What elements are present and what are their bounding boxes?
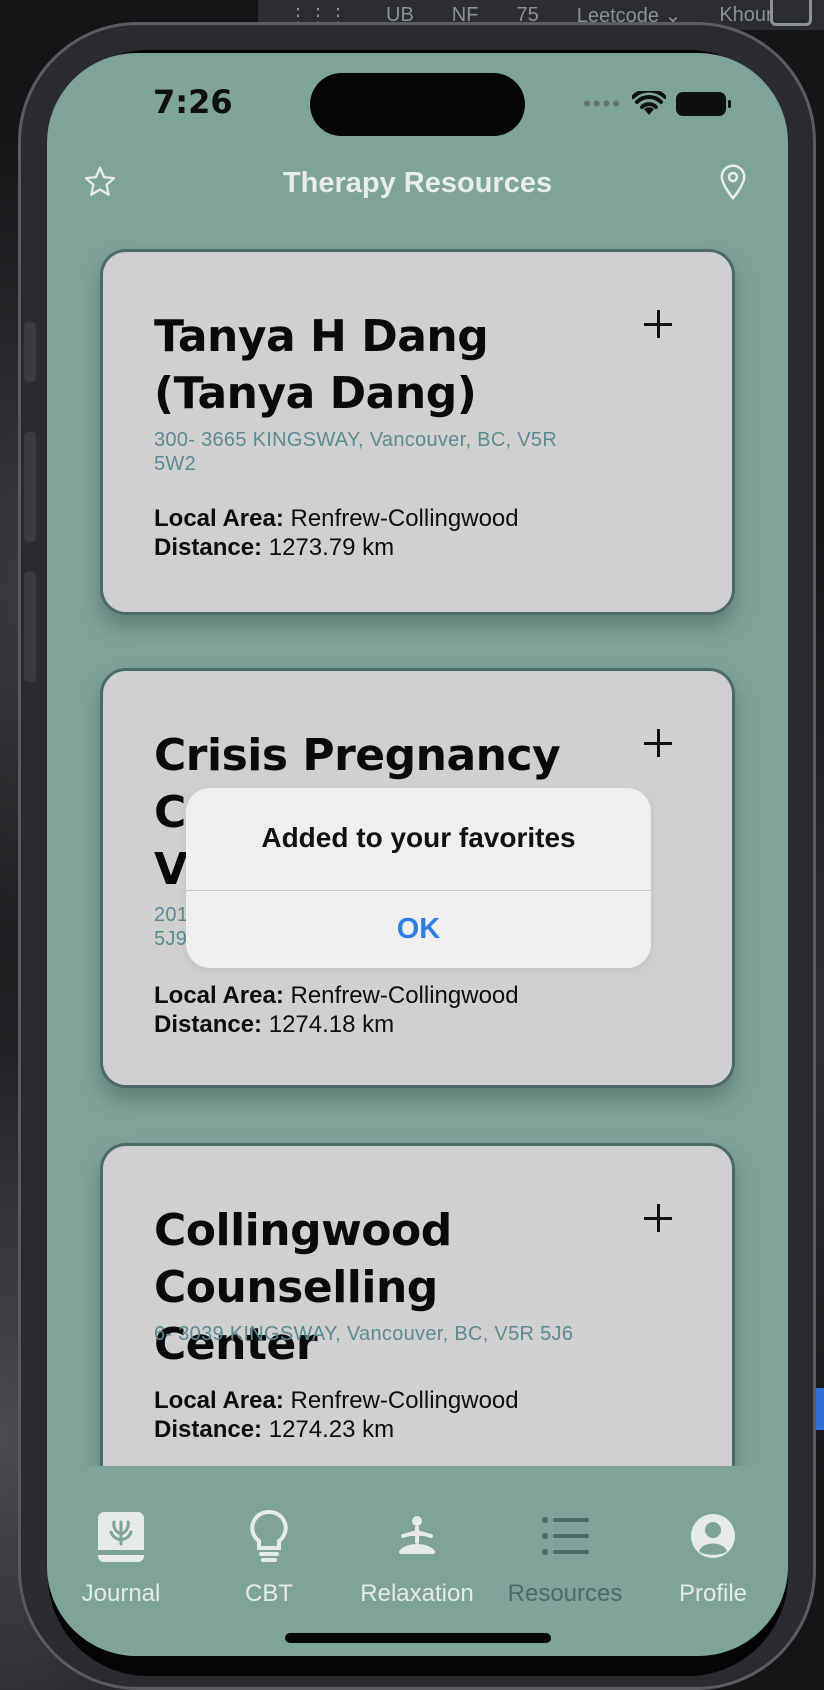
tab-profile[interactable]: Profile	[639, 1506, 787, 1608]
local-area-label: Local Area:	[154, 505, 284, 532]
tab-bar: Journal CBT Relaxation Resources Profile	[47, 1466, 788, 1656]
card-address: 300- 3665 KINGSWAY, Vancouver, BC, V5R 5…	[154, 429, 558, 475]
home-indicator[interactable]	[285, 1633, 551, 1643]
tab-journal[interactable]: Journal	[47, 1506, 195, 1608]
local-area-value: Renfrew-Collingwood	[290, 505, 519, 532]
favorites-alert: Added to your favorites OK	[186, 788, 651, 968]
page-title: Therapy Resources	[282, 167, 553, 199]
card-local-area: Local Area: Renfrew-Collingwood	[154, 981, 519, 1010]
edge-tab	[816, 1388, 824, 1430]
local-area-value: Renfrew-Collingwood	[290, 1387, 519, 1414]
local-area-value: Renfrew-Collingwood	[290, 982, 519, 1009]
distance-label: Distance:	[154, 1416, 263, 1443]
signal-dots-icon: ••••	[583, 91, 622, 116]
lightbulb-icon	[250, 1510, 288, 1562]
volume-down-button	[24, 572, 36, 682]
profile-person-icon	[691, 1514, 735, 1558]
alert-ok-button[interactable]: OK	[186, 891, 651, 968]
battery-icon	[676, 92, 731, 116]
alert-message: Added to your favorites	[261, 822, 576, 853]
tab-label: Journal	[81, 1580, 161, 1607]
tab-label: Resources	[507, 1580, 623, 1607]
add-favorite-plus-icon[interactable]	[644, 310, 672, 338]
card-address: 6- 3039 KINGSWAY, Vancouver, BC, V5R 5J6	[154, 1323, 574, 1345]
add-favorite-plus-icon[interactable]	[644, 1204, 672, 1232]
distance-value: 1274.18 km	[268, 1011, 395, 1038]
app-screen: 7:26 •••• Therapy Resources Tanya H Dang…	[47, 53, 788, 1656]
resource-card[interactable]: Collingwood Counselling Center 6- 3039 K…	[100, 1143, 735, 1503]
distance-label: Distance:	[154, 1011, 263, 1038]
card-distance: Distance: 1273.79 km	[154, 533, 394, 562]
distance-value: 1274.23 km	[268, 1416, 395, 1443]
distance-value: 1273.79 km	[268, 534, 395, 561]
wifi-icon	[632, 91, 666, 115]
card-title: Collingwood Counselling Center	[154, 1205, 452, 1370]
list-icon	[542, 1517, 589, 1555]
tab-label: CBT	[245, 1580, 293, 1607]
distance-label: Distance:	[154, 534, 263, 561]
card-local-area: Local Area: Renfrew-Collingwood	[154, 504, 519, 533]
status-icons: ••••	[583, 91, 731, 117]
tab-relaxation[interactable]: Relaxation	[343, 1506, 491, 1608]
map-pin-icon[interactable]	[718, 163, 748, 201]
side-button	[24, 322, 36, 382]
card-distance: Distance: 1274.23 km	[154, 1415, 394, 1444]
card-local-area: Local Area: Renfrew-Collingwood	[154, 1386, 519, 1415]
tab-cbt[interactable]: CBT	[195, 1506, 343, 1608]
tab-resources[interactable]: Resources	[491, 1506, 639, 1608]
toolbar-item-khour[interactable]: Khour	[719, 4, 772, 27]
window-icon	[770, 0, 812, 26]
card-distance: Distance: 1274.18 km	[154, 1010, 394, 1039]
status-time: 7:26	[153, 83, 233, 121]
card-title: Tanya H Dang (Tanya Dang)	[154, 311, 489, 419]
local-area-label: Local Area:	[154, 982, 284, 1009]
dynamic-island	[310, 73, 525, 136]
add-favorite-plus-icon[interactable]	[644, 729, 672, 757]
journal-book-icon	[98, 1512, 144, 1562]
tab-label: Relaxation	[360, 1580, 474, 1607]
volume-up-button	[24, 432, 36, 542]
tab-label: Profile	[678, 1580, 748, 1607]
meditation-icon	[399, 1516, 435, 1554]
resource-card[interactable]: Tanya H Dang (Tanya Dang) 300- 3665 KING…	[100, 249, 735, 615]
local-area-label: Local Area:	[154, 1387, 284, 1414]
